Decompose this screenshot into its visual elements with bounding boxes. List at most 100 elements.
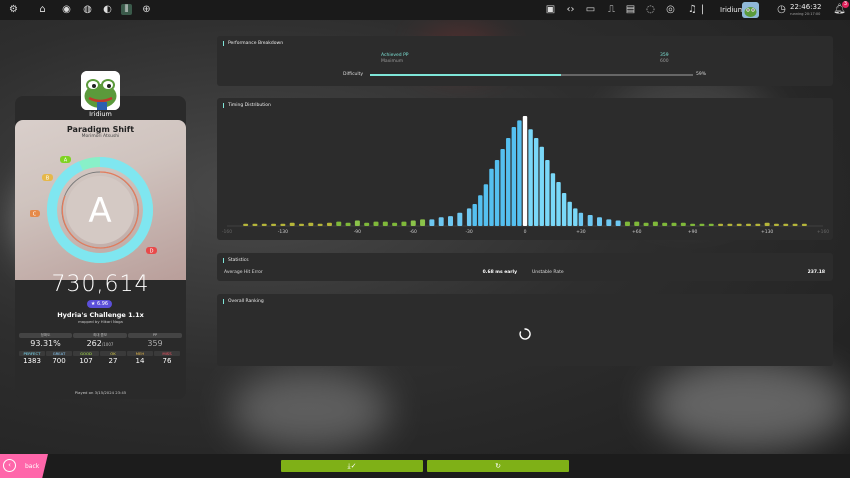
ruleset-taiko-icon[interactable]: ◍: [82, 4, 93, 15]
chat-icon[interactable]: ▣: [545, 4, 556, 15]
timing-bar: [567, 201, 572, 226]
retry-button[interactable]: ↻: [427, 460, 569, 472]
judgement-label: GOOD: [73, 351, 99, 356]
timing-bar: [528, 129, 533, 226]
max-combo: 262/1007: [73, 339, 127, 348]
timing-bar: [652, 221, 658, 226]
clock-time: 22:46:32: [790, 3, 822, 11]
timing-bar: [615, 220, 621, 226]
maximum-pp-label: Maximum: [381, 59, 404, 64]
timing-bar: [573, 208, 578, 226]
clock-icon: ◷: [777, 4, 786, 15]
timing-bar: [280, 223, 286, 226]
judgement-value: 700: [52, 357, 66, 365]
judgement-label: GREAT: [46, 351, 72, 356]
back-arrow-icon[interactable]: ‹: [3, 459, 16, 472]
accuracy-value: 93.31%: [30, 339, 61, 348]
globe-icon[interactable]: ◎: [665, 4, 676, 15]
timing-bar: [624, 221, 630, 226]
timing-bar: [561, 193, 567, 226]
x-tick-label: +160: [817, 229, 829, 235]
svg-text:B: B: [46, 176, 50, 182]
timing-distribution-panel: Timing Distribution -160 -130 -90 -60 -30 0 +3…: [217, 98, 833, 240]
timing-bar: [448, 216, 453, 226]
panel-title: Performance Breakdown: [223, 41, 283, 46]
home-icon[interactable]: ⌂: [37, 4, 48, 15]
judgement-value: 14: [135, 357, 145, 365]
timing-bar: [755, 223, 761, 226]
grade-ring: A A B C D: [30, 156, 157, 263]
timing-bar: [727, 223, 733, 226]
ring-label-b: B: [42, 174, 53, 182]
judgement-value: 27: [108, 357, 118, 365]
judgement-label: OK: [100, 351, 126, 356]
timing-bar: [472, 204, 477, 226]
timing-bar: [252, 223, 258, 226]
timing-bar: [699, 223, 705, 226]
user-name[interactable]: Iridium: [720, 6, 745, 14]
timing-bar: [457, 212, 463, 226]
ruleset-osu-icon[interactable]: ◉: [61, 4, 72, 15]
x-tick-label: -160: [222, 229, 232, 235]
song-title: Paradigm Shift: [66, 125, 135, 134]
avg-hit-error-value: 0.68 ms early: [482, 270, 517, 275]
svg-text:D: D: [150, 249, 154, 255]
timing-bar: [550, 173, 556, 226]
user-avatar[interactable]: [742, 2, 759, 18]
player-name: Iridium: [89, 110, 112, 118]
save-replay-button[interactable]: ⤓✓: [281, 460, 423, 472]
timing-bar: [392, 222, 398, 226]
display-icon[interactable]: ▭: [585, 4, 596, 15]
timing-bar: [354, 220, 360, 226]
news-icon[interactable]: ▤: [625, 4, 636, 15]
timing-bar: [345, 222, 351, 226]
timing-bar: [783, 223, 789, 226]
top-toolbar: ⚙ ⌂ ◉ ◍ ◐ ⦀ ⊕ ▣ ‹› ▭ ⎍ ▤ ◌ ◎ ♫ | Iridium…: [0, 0, 850, 20]
timing-bar: [522, 116, 528, 226]
add-ruleset-icon[interactable]: ⊕: [141, 4, 152, 15]
timing-bar: [597, 217, 602, 226]
bottom-bar: [0, 454, 850, 478]
timing-bar: [373, 221, 379, 226]
ruleset-mania-icon[interactable]: ⦀: [121, 4, 132, 15]
timing-bar: [773, 223, 779, 226]
judgement-label: PERFECT: [19, 351, 45, 356]
ring-label-c: C: [30, 210, 40, 218]
timing-bar: [718, 223, 724, 226]
star-rating-badge: ★ 6.96: [87, 300, 112, 308]
ruleset-catch-icon[interactable]: ◐: [102, 4, 113, 15]
timing-bar: [539, 146, 544, 226]
ring-label-d: D: [146, 247, 157, 255]
loading-spinner-icon: [519, 328, 531, 340]
difficulty-percent: 59%: [696, 72, 707, 77]
timing-bar: [261, 223, 267, 226]
x-tick-label: +60: [632, 229, 642, 235]
code-icon[interactable]: ‹›: [565, 4, 576, 15]
panel-title: Overall Ranking: [223, 299, 264, 304]
timing-bar: [299, 223, 304, 226]
messages-icon[interactable]: ◌: [645, 4, 656, 15]
timing-bar: [489, 168, 494, 226]
ring-label-a: A: [60, 156, 71, 164]
player-avatar[interactable]: [81, 71, 120, 110]
stat-header-combo: 최대 콤보: [73, 333, 127, 338]
timing-bar: [289, 222, 295, 226]
song-artist: Morimori Atsushi: [81, 134, 120, 139]
timing-bar: [517, 120, 522, 226]
stat-header-pp: PP: [128, 333, 182, 338]
timing-bar: [364, 222, 370, 226]
back-label: back: [25, 463, 40, 470]
settings-icon[interactable]: ⚙: [8, 4, 19, 15]
judgement-value: 107: [79, 357, 93, 365]
timing-bar: [662, 222, 668, 226]
timing-bar: [792, 223, 798, 226]
timing-bar: [506, 138, 511, 226]
rankings-icon[interactable]: ⎍: [606, 4, 617, 15]
timing-bar: [317, 223, 323, 226]
x-tick-label: -30: [465, 229, 472, 235]
music-icon[interactable]: ♫: [687, 4, 698, 15]
statistics-panel: Statistics Average Hit Error 0.68 ms ear…: [217, 253, 833, 281]
total-score: 730,614: [51, 272, 150, 297]
timing-bar: [736, 223, 742, 226]
timing-bar: [410, 220, 416, 226]
